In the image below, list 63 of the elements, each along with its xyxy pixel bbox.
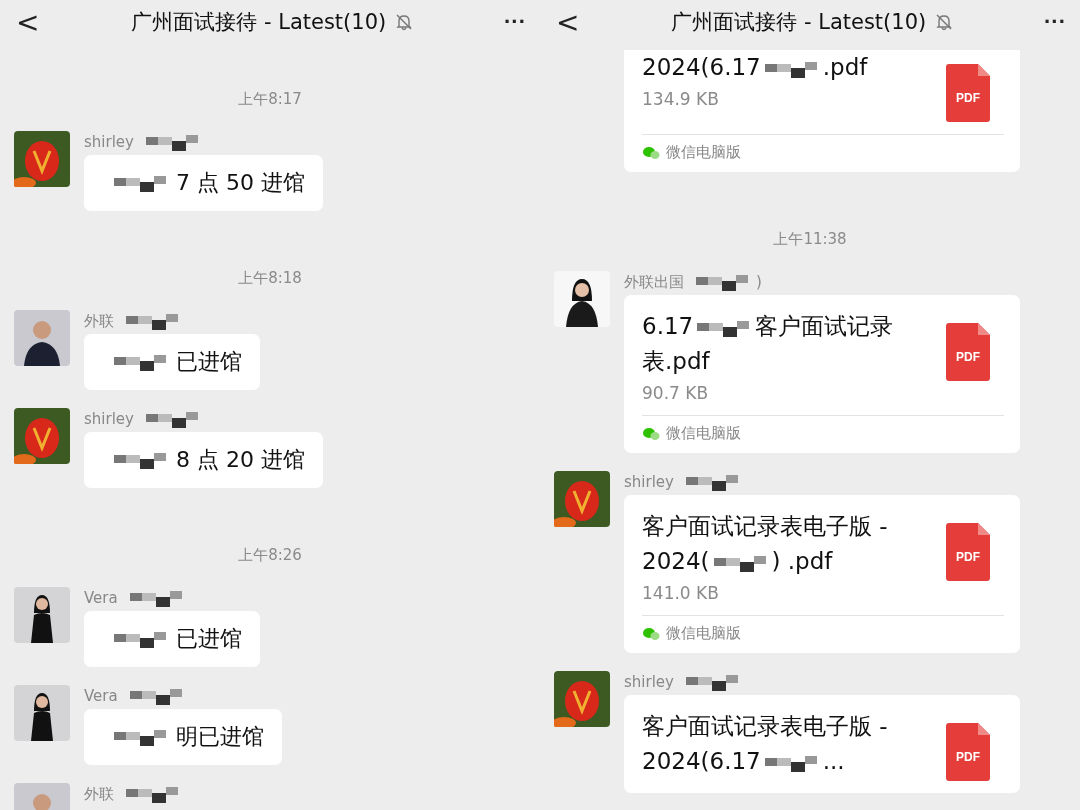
mosaic-redaction (697, 318, 752, 337)
file-card[interactable]: 6.17 客户面试记录表.pdf 90.7 KB PDF 微信电脑版 (624, 295, 1020, 453)
timestamp: 上午8:18 (238, 269, 302, 288)
timestamp: 上午11:38 (773, 230, 847, 249)
source-label: 微信电脑版 (666, 143, 741, 162)
source-label: 微信电脑版 (666, 424, 741, 443)
file-size: 134.9 KB (642, 89, 720, 109)
mosaic-redaction (114, 353, 168, 371)
file-size: 141.0 KB (642, 583, 720, 603)
mosaic-redaction (145, 410, 200, 428)
mosaic-redaction (114, 174, 168, 192)
chat-title: 广州面试接待 - Latest(10) (671, 9, 927, 36)
timestamp: 上午8:26 (238, 546, 302, 565)
pdf-file-icon: PDF (946, 323, 990, 381)
mosaic-redaction (696, 273, 750, 291)
wechat-icon (642, 626, 660, 641)
mosaic-redaction (764, 59, 819, 78)
mosaic-redaction (129, 589, 184, 607)
back-button[interactable]: < (10, 5, 46, 39)
sender-name: 外联 (84, 310, 180, 332)
timestamp: 上午8:17 (238, 90, 302, 109)
source-label: 微信电脑版 (666, 624, 741, 643)
message-text: 已进馆 (114, 624, 242, 654)
pdf-file-icon: PDF (946, 523, 990, 581)
mosaic-redaction (685, 473, 740, 491)
mosaic-redaction (145, 133, 200, 151)
mosaic-redaction (114, 630, 168, 648)
mosaic-redaction (114, 728, 168, 746)
sender-name: 外联出国 ) (624, 271, 762, 293)
pdf-file-icon: PDF (946, 723, 990, 781)
more-button[interactable]: ··· (1040, 9, 1070, 35)
chat-title: 广州面试接待 - Latest(10) (131, 9, 387, 36)
file-card[interactable]: 客户面试记录表电子版 - 2024(6.17 ... PDF (624, 695, 1020, 793)
mosaic-redaction (713, 553, 768, 572)
file-name: 2024(6.17 .pdf (642, 53, 869, 82)
wechat-icon (642, 426, 660, 441)
message-text: 7 点 50 进馆 (114, 168, 305, 198)
sender-name: 外联 (84, 783, 180, 805)
mosaic-redaction (126, 785, 180, 803)
sender-name: shirley (84, 131, 200, 153)
file-name: 客户面试记录表电子版 - 2024(6.17 ... (642, 712, 889, 776)
mosaic-redaction (126, 312, 180, 330)
message-text: 已进馆 (114, 347, 242, 377)
sender-name: Vera (84, 587, 184, 609)
file-size: 90.7 KB (642, 383, 710, 403)
mosaic-redaction (764, 753, 819, 772)
sender-name: Vera (84, 685, 184, 707)
sender-name: shirley (84, 408, 200, 430)
file-card[interactable]: 客户面试记录表电子版 - 2024( ) .pdf 141.0 KB PDF 微信电脑版 (624, 495, 1020, 653)
mosaic-redaction (129, 687, 184, 705)
sender-name: shirley (624, 671, 740, 693)
message-text: 明已进馆 (114, 722, 264, 752)
message-text: 8 点 20 进馆 (114, 445, 305, 475)
more-button[interactable]: ··· (500, 9, 530, 35)
mosaic-redaction (685, 673, 740, 691)
pdf-file-icon: PDF (946, 64, 990, 122)
mosaic-redaction (114, 451, 168, 469)
wechat-icon (642, 145, 660, 160)
file-name: 客户面试记录表电子版 - 2024( ) .pdf (642, 512, 889, 576)
file-card[interactable]: 2024(6.17 .pdf 134.9 KB PDF 微信电脑版 (624, 50, 1020, 172)
file-name: 6.17 客户面试记录表.pdf (642, 312, 895, 376)
back-button[interactable]: < (550, 5, 586, 39)
sender-name: shirley (624, 471, 740, 493)
